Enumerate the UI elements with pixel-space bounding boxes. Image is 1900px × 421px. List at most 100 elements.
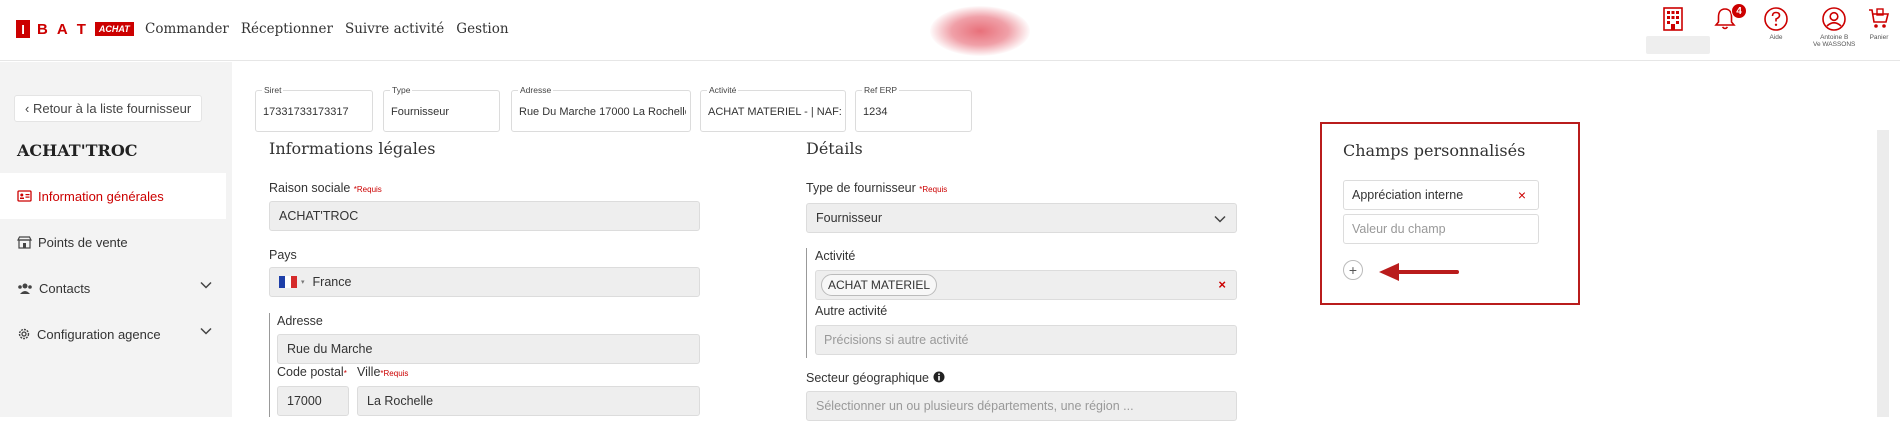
type-fournisseur-value: Fournisseur (816, 211, 882, 225)
chevron-down-icon[interactable] (200, 327, 212, 335)
summary-label: Activité (707, 85, 739, 95)
summary-label: Type (390, 85, 413, 95)
sidebar: ‹ Retour à la liste fournisseur ACHAT'TR… (0, 62, 232, 417)
raison-sociale-text: Raison sociale (269, 181, 351, 195)
summary-value: Fournisseur (391, 106, 450, 118)
sidebar-item-configuration-agence[interactable]: Configuration agence (0, 311, 226, 357)
nav-receptionner[interactable]: Réceptionner (241, 21, 333, 37)
custom-field-name[interactable]: Appréciation interne × (1343, 180, 1539, 210)
custom-field-value-input[interactable]: Valeur du champ (1343, 214, 1539, 244)
agency-selector[interactable] (1646, 36, 1710, 54)
back-to-supplier-list-button[interactable]: ‹ Retour à la liste fournisseur (14, 95, 203, 122)
france-flag-icon (279, 276, 297, 288)
help-label: Aide (1769, 34, 1783, 41)
help-circle-icon[interactable]: Aide (1763, 6, 1789, 41)
adresse-label: Adresse (277, 314, 323, 328)
ville-label: Ville*Requis (357, 365, 408, 379)
pays-select[interactable]: ▾ France (269, 267, 700, 297)
clear-icon[interactable]: × (1218, 277, 1226, 292)
logo-letter-t: T (76, 20, 88, 38)
type-fournisseur-text: Type de fournisseur (806, 181, 916, 195)
type-fournisseur-label: Type de fournisseur *Requis (806, 181, 947, 195)
summary-ref-erp: Ref ERP 1234 (855, 85, 972, 132)
custom-fields-title: Champs personnalisés (1343, 141, 1526, 160)
summary-label: Adresse (518, 85, 554, 95)
store-icon (17, 235, 32, 249)
activity-group-line (806, 248, 807, 358)
activite-chip[interactable]: ACHAT MATERIEL (821, 274, 938, 296)
activite-multiselect[interactable]: ACHAT MATERIEL × (815, 270, 1237, 300)
logo-tag: ACHAT (94, 22, 134, 36)
details-section-title: Détails (806, 139, 863, 158)
gear-icon (18, 328, 30, 340)
summary-adresse: Adresse Rue Du Marche 17000 La Rochelle (511, 85, 691, 132)
summary-value: ACHAT MATERIEL - | NAF: - (708, 106, 841, 118)
remove-field-icon[interactable]: × (1518, 187, 1526, 203)
summary-type: Type Fournisseur (383, 85, 500, 132)
summary-value: 1234 (863, 106, 888, 118)
secteur-text: Secteur géographique (806, 371, 930, 385)
logo-letter-b: B (37, 20, 50, 38)
logo[interactable]: I B A T ACHAT (16, 20, 134, 38)
top-bar: I B A T ACHAT Commander Réceptionner Sui… (0, 0, 1900, 61)
user-name-line1: Antoine B (1820, 34, 1849, 41)
summary-value: 17331733173317 (263, 106, 349, 118)
ville-text: Ville (357, 365, 381, 379)
notification-badge: 4 (1731, 3, 1747, 19)
info-icon[interactable] (933, 371, 945, 383)
nav-gestion[interactable]: Gestion (456, 21, 508, 37)
secteur-geographique-label: Secteur géographique (806, 371, 945, 385)
sidebar-item-label: Points de vente (38, 234, 128, 250)
sidebar-item-information-generales[interactable]: Information générales (0, 173, 226, 219)
sidebar-item-points-de-vente[interactable]: Points de vente (0, 219, 226, 265)
chevron-down-icon (1214, 215, 1226, 223)
raison-sociale-label: Raison sociale *Requis (269, 181, 382, 195)
add-field-button[interactable]: + (1343, 260, 1363, 280)
main-nav: Commander Réceptionner Suivre activité G… (145, 21, 509, 37)
sidebar-item-label: Configuration agence (37, 326, 161, 342)
pays-label: Pays (269, 248, 297, 262)
summary-label: Ref ERP (862, 85, 900, 95)
adresse-input[interactable]: Rue du Marche (277, 334, 700, 364)
required-tag: *Requis (380, 369, 409, 378)
required-star: * (343, 369, 347, 378)
code-postal-label: Code postal* (277, 365, 347, 379)
raison-sociale-input[interactable]: ACHAT'TROC (269, 201, 700, 231)
caret-down-icon: ▾ (301, 279, 305, 286)
code-postal-text: Code postal (277, 365, 344, 379)
pays-value: France (312, 275, 352, 289)
users-icon (18, 283, 32, 294)
nav-suivre-activite[interactable]: Suivre activité (345, 21, 444, 37)
arrow-left-icon (1379, 263, 1459, 281)
required-tag: *Requis (919, 185, 948, 194)
summary-value: Rue Du Marche 17000 La Rochelle (519, 106, 686, 118)
summary-label: Siret (262, 85, 284, 95)
address-group-line (269, 313, 270, 417)
chevron-down-icon[interactable] (200, 281, 212, 289)
nav-commander[interactable]: Commander (145, 21, 229, 37)
blurred-logo (930, 6, 1030, 56)
custom-field-name-value: Appréciation interne (1352, 188, 1464, 202)
ville-input[interactable]: La Rochelle (357, 386, 700, 416)
code-postal-input[interactable]: 17000 (277, 386, 349, 416)
company-name: ACHAT'TROC (17, 141, 138, 160)
autre-activite-input[interactable]: Précisions si autre activité (815, 325, 1237, 355)
logo-letter-a: A (56, 20, 70, 38)
user-name-line2: Ve WASSONS (1813, 41, 1856, 48)
summary-siret: Siret 17331733173317 (255, 85, 373, 132)
cart-icon[interactable]: Panier (1866, 6, 1892, 41)
id-card-icon (17, 190, 32, 202)
logo-letter-i: I (16, 20, 30, 38)
summary-activite: Activité ACHAT MATERIEL - | NAF: - (700, 85, 846, 132)
autre-activite-label: Autre activité (815, 304, 888, 318)
sidebar-item-contacts[interactable]: Contacts (0, 265, 226, 311)
scrollbar[interactable] (1877, 130, 1889, 417)
sidebar-item-label: Contacts (39, 280, 91, 296)
building-icon[interactable] (1661, 6, 1685, 32)
activite-label: Activité (815, 249, 856, 263)
chevron-left-icon: ‹ (25, 101, 33, 116)
required-tag: *Requis (353, 185, 382, 194)
sidebar-item-label: Information générales (38, 188, 164, 204)
user-circle-icon[interactable]: Antoine B Ve WASSONS (1813, 6, 1855, 48)
type-fournisseur-select[interactable]: Fournisseur (806, 203, 1237, 233)
